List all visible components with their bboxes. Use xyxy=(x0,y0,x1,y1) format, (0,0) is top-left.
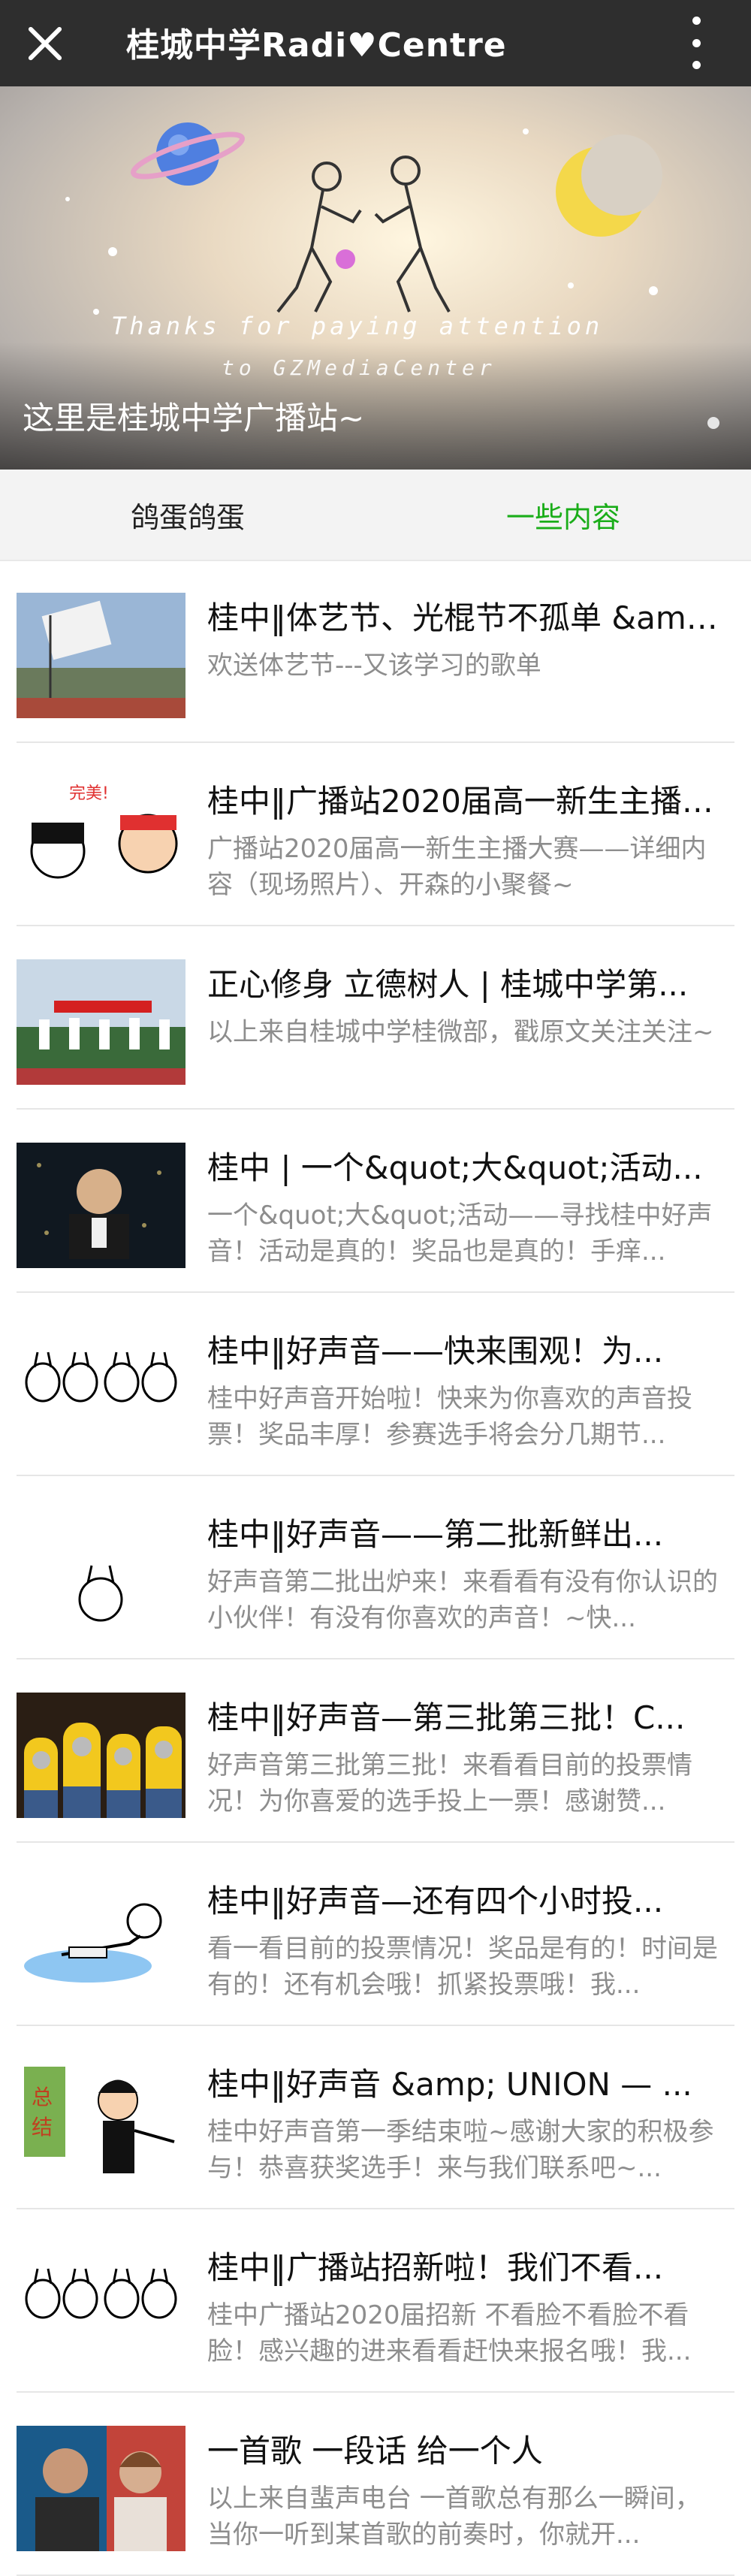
article-title: 桂中‖广播站2020届高一新生主播大赛 xyxy=(207,783,718,820)
article-description: 桂中好声音第一季结束啦~感谢大家的积极参与！恭喜获奖选手！来与我们联系吧~... xyxy=(207,2117,714,2183)
divider xyxy=(17,741,734,743)
article-description: 欢送体艺节---又该学习的歌单 xyxy=(207,651,541,681)
top-bar: 桂城中学Radi♥Centre xyxy=(0,0,751,86)
article-title: 桂中‖好声音—还有四个小时投... xyxy=(207,1883,664,1919)
article-description: 好声音第二批出炉来！来看看有没有你认识的小伙伴！有没有你喜欢的声音！~快... xyxy=(207,1567,718,1633)
list-item[interactable]: 桂中‖好声音——快来围观！为... 桂中好声音开始啦！快来为你喜欢的声音投票！奖品… xyxy=(0,1294,751,1476)
carousel-indicator[interactable] xyxy=(707,417,719,429)
list-item[interactable]: 桂中‖好声音—还有四个小时投... 看一看目前的投票情况！奖品是有的！时间是有的！… xyxy=(0,1844,751,2026)
article-description: 桂中广播站2020届招新 不看脸不看脸不看脸！感兴趣的进来看看赶快来报名哦！我.… xyxy=(207,2300,692,2366)
article-title: 桂中‖好声音——快来围观！为... xyxy=(207,1333,664,1370)
divider xyxy=(17,1658,734,1659)
divider xyxy=(17,1841,734,1843)
tab-egg[interactable]: 鸽蛋鸽蛋 xyxy=(0,470,376,560)
article-title: 桂中‖体艺节、光棍节不孤单 &amp;... xyxy=(207,599,718,636)
article-description: 以上来自蜚声电台 一首歌总有那么一瞬间，当你一听到某首歌的前奏时，你就开... xyxy=(207,2484,701,2550)
article-thumbnail xyxy=(17,2242,185,2368)
divider xyxy=(17,2025,734,2026)
ball-icon xyxy=(336,249,355,269)
tab-content[interactable]: 一些内容 xyxy=(376,470,751,560)
list-item[interactable]: 桂中 | 一个&quot;大&quot;活动... 一个&quot;大&quot;… xyxy=(0,1111,751,1293)
article-description: 以上来自桂城中学桂微部，戳原文关注关注~ xyxy=(207,1017,714,1047)
divider xyxy=(17,2208,734,2209)
article-description: 广播站2020届高一新生主播大赛——详细内容（现场照片）、开森的小聚餐~ xyxy=(207,834,707,900)
article-thumbnail xyxy=(17,1693,185,1818)
list-item[interactable]: 桂中‖好声音——第二批新鲜出... 好声音第二批出炉来！来看看有没有你认识的小伙伴… xyxy=(0,1478,751,1659)
page-title: 桂城中学Radi♥Centre xyxy=(126,26,507,65)
moon-icon xyxy=(556,134,662,237)
article-title: 桂中 | 一个&quot;大&quot;活动... xyxy=(207,1149,703,1186)
banner[interactable]: Thanks for paying attention to GZMediaCe… xyxy=(0,86,751,470)
article-title: 一首歌 一段话 给一个人 xyxy=(207,2433,543,2469)
divider xyxy=(17,1108,734,1110)
article-thumbnail xyxy=(17,593,185,718)
list-item[interactable]: 一首歌 一段话 给一个人以上来自蜚声电台 一首歌总有那么一瞬间，当你一听到某首歌… xyxy=(0,2394,751,2576)
divider xyxy=(17,925,734,926)
article-description: 桂中好声音开始啦！快来为你喜欢的声音投票！奖品丰厚！参赛选手将会分几期节... xyxy=(207,1384,692,1450)
planet-icon xyxy=(131,122,245,186)
banner-line1: Thanks for paying attention xyxy=(111,312,604,340)
tab-bar: 鸽蛋鸽蛋 一些内容 xyxy=(0,470,751,561)
dancers-icon xyxy=(276,156,451,313)
list-item[interactable]: 桂中‖好声音—第三批第三批！C... 好声音第三批第三批！来看看目前的投票情况！为… xyxy=(0,1661,751,1843)
list-item[interactable]: 完美! 桂中‖广播站2020届高一新生主播大赛广播站2020届高一新生主播大赛——… xyxy=(0,744,751,926)
banner-caption: 这里是桂城中学广播站~ xyxy=(23,400,365,436)
article-thumbnail xyxy=(17,1876,185,2001)
article-title: 桂中‖好声音—第三批第三批！C... xyxy=(207,1699,686,1736)
banner-line2: to GZMediaCenter xyxy=(222,355,496,380)
list-item[interactable]: 正心修身 立德树人 | 桂城中学第... 以上来自桂城中学桂微部，戳原文关注关注~ xyxy=(0,928,751,1110)
article-thumbnail xyxy=(17,2426,185,2551)
article-title: 桂中‖好声音——第二批新鲜出... xyxy=(207,1516,664,1553)
svg-text:结: 结 xyxy=(32,2115,53,2140)
article-thumbnail xyxy=(17,1143,185,1268)
article-title: 桂中‖好声音 &amp; UNION — ... xyxy=(207,2066,692,2103)
list-item[interactable]: 桂中‖体艺节、光棍节不孤单 &amp;... 欢送体艺节---又该学习的歌单 xyxy=(0,561,751,743)
article-thumbnail: 完美! xyxy=(17,776,185,901)
article-thumbnail xyxy=(17,1326,185,1451)
article-description: 看一看目前的投票情况！奖品是有的！时间是有的！还有机会哦！抓紧投票哦！我... xyxy=(207,1934,718,2000)
list-item[interactable]: 总结桂中‖好声音 &amp; UNION — ... 桂中好声音第一季结束啦~感谢… xyxy=(0,2028,751,2209)
article-title: 桂中‖广播站招新啦！我们不看... xyxy=(207,2249,664,2286)
divider xyxy=(17,2391,734,2393)
svg-text:总: 总 xyxy=(32,2085,53,2109)
article-title: 正心修身 立德树人 | 桂城中学第... xyxy=(207,966,689,1003)
article-description: 好声音第三批第三批！来看看目前的投票情况！为你喜爱的选手投上一票！感谢赞... xyxy=(207,1750,692,1816)
article-thumbnail xyxy=(17,959,185,1085)
divider xyxy=(17,1475,734,1476)
article-thumbnail: 总结 xyxy=(17,2059,185,2185)
article-description: 一个&quot;大&quot;活动——寻找桂中好声音！活动是真的！奖品也是真的！… xyxy=(207,1200,713,1267)
more-icon[interactable] xyxy=(685,17,707,69)
divider xyxy=(17,1291,734,1293)
list-item[interactable]: 桂中‖广播站招新啦！我们不看... 桂中广播站2020届招新 不看脸不看脸不看脸！… xyxy=(0,2211,751,2393)
close-icon[interactable] xyxy=(24,23,66,65)
article-thumbnail xyxy=(17,1509,185,1635)
svg-text:完美!: 完美! xyxy=(69,784,109,803)
